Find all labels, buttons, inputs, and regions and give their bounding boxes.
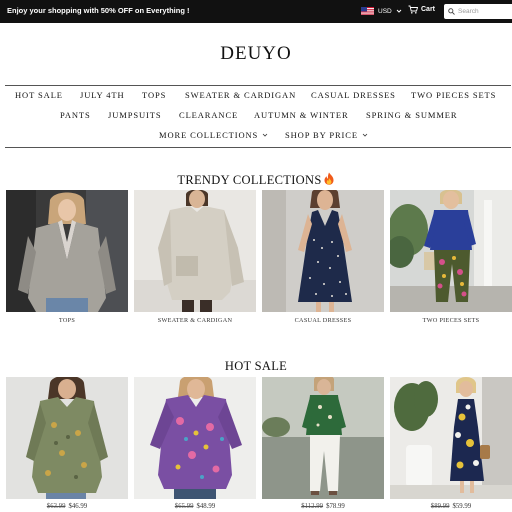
woman-blue-top-floral-pants-photo <box>390 190 512 312</box>
currency-code: USD <box>378 7 392 15</box>
nav-top-divider <box>5 85 511 86</box>
main-nav-row-1: HOT SALE JULY 4TH TOPS SWEATER & CARDIGA… <box>0 90 512 104</box>
woman-grey-cardigan-photo <box>6 190 128 312</box>
nav-autumn-winter[interactable]: AUTUMN & WINTER <box>254 110 349 120</box>
product-sale-price: $78.99 <box>326 503 345 510</box>
nav-shop-by-price-label: SHOP BY PRICE <box>285 130 358 140</box>
woman-olive-floral-tunic-photo <box>6 377 128 499</box>
woman-green-top-white-pants-photo <box>262 377 384 499</box>
nav-sweater-cardigan[interactable]: SWEATER & CARDIGAN <box>185 90 296 100</box>
chevron-down-icon <box>262 133 268 137</box>
product-price-4: $89.99 $59.99 <box>390 503 512 510</box>
cart-link[interactable]: Cart <box>408 5 435 14</box>
nav-jumpsuits[interactable]: JUMPSUITS <box>108 110 161 120</box>
nav-more-collections-label: MORE COLLECTIONS <box>159 130 259 140</box>
fire-icon <box>324 172 334 185</box>
product-old-price: $89.99 <box>430 503 450 510</box>
product-price-3: $112.99 $78.99 <box>262 503 384 510</box>
collection-caption-casual-dresses[interactable]: CASUAL DRESSES <box>262 317 384 324</box>
woman-cream-sweater-photo <box>134 190 256 312</box>
woman-navy-floral-dress-photo <box>390 377 512 499</box>
trendy-collections-heading: TRENDY COLLECTIONS <box>0 172 512 188</box>
nav-july-4th[interactable]: JULY 4TH <box>80 90 125 100</box>
nav-spring-summer[interactable]: SPRING & SUMMER <box>366 110 457 120</box>
woman-purple-paisley-blouse-photo <box>134 377 256 499</box>
product-card-3[interactable] <box>262 377 384 499</box>
search-box <box>444 4 512 19</box>
chevron-down-icon <box>362 133 368 137</box>
trendy-collections-title: TRENDY COLLECTIONS <box>177 173 322 187</box>
product-old-price: $112.99 <box>301 503 324 510</box>
collection-card-two-pieces-sets[interactable] <box>390 190 512 312</box>
chevron-down-icon <box>396 9 402 13</box>
nav-tops[interactable]: TOPS <box>142 90 166 100</box>
product-card-4[interactable] <box>390 377 512 499</box>
store-logo[interactable]: DEUYO <box>0 43 512 65</box>
product-sale-price: $48.99 <box>196 503 216 510</box>
product-old-price: $63.99 <box>46 503 66 510</box>
nav-more-collections[interactable]: MORE COLLECTIONS <box>159 130 268 140</box>
nav-hot-sale[interactable]: HOT SALE <box>15 90 63 100</box>
product-sale-price: $46.99 <box>68 503 88 510</box>
hot-sale-heading: HOT SALE <box>224 359 288 373</box>
nav-two-pieces-sets[interactable]: TWO PIECES SETS <box>411 90 496 100</box>
collection-caption-tops[interactable]: TOPS <box>6 317 128 324</box>
collection-caption-two-pieces-sets[interactable]: TWO PIECES SETS <box>390 317 512 324</box>
nav-pants[interactable]: PANTS <box>60 110 91 120</box>
nav-casual-dresses[interactable]: CASUAL DRESSES <box>311 90 396 100</box>
product-price-1: $63.99 $46.99 <box>6 503 128 510</box>
main-nav-row-3: MORE COLLECTIONS SHOP BY PRICE <box>0 130 512 144</box>
product-price-2: $65.99 $48.99 <box>134 503 256 510</box>
woman-navy-polka-dress-photo <box>262 190 384 312</box>
collection-caption-sweater-cardigan[interactable]: SWEATER & CARDIGAN <box>134 317 256 324</box>
collection-card-sweater-cardigan[interactable] <box>134 190 256 312</box>
announcement-bar: Enjoy your shopping with 50% OFF on Ever… <box>0 0 512 23</box>
cart-label: Cart <box>421 6 436 13</box>
nav-clearance[interactable]: CLEARANCE <box>179 110 238 120</box>
product-card-1[interactable] <box>6 377 128 499</box>
search-icon[interactable] <box>448 8 455 15</box>
nav-shop-by-price[interactable]: SHOP BY PRICE <box>285 130 368 140</box>
search-input[interactable] <box>458 8 512 15</box>
product-sale-price: $59.99 <box>452 503 472 510</box>
product-card-2[interactable] <box>134 377 256 499</box>
main-nav-row-2: PANTS JUMPSUITS CLEARANCE AUTUMN & WINTE… <box>0 110 512 124</box>
us-flag-icon <box>361 7 374 15</box>
currency-selector[interactable]: USD <box>361 5 402 17</box>
collection-card-casual-dresses[interactable] <box>262 190 384 312</box>
collection-card-tops[interactable] <box>6 190 128 312</box>
announcement-text: Enjoy your shopping with 50% OFF on Ever… <box>7 6 190 15</box>
nav-bottom-divider <box>5 147 511 148</box>
product-old-price: $65.99 <box>174 503 194 510</box>
cart-icon <box>408 5 418 14</box>
